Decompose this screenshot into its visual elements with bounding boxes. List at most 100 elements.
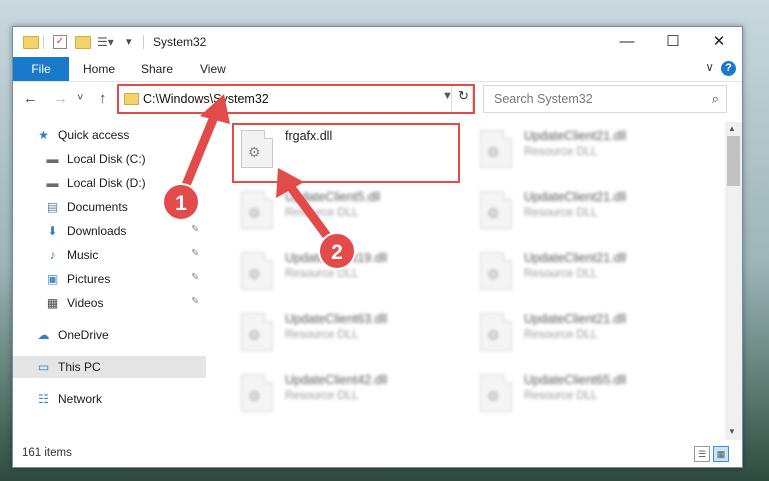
- download-icon: ⬇: [47, 224, 58, 238]
- divider: [143, 35, 144, 49]
- sidebar-item-this-pc[interactable]: ▭ This PC: [13, 356, 206, 378]
- file-item[interactable]: ⚙ UpdateClient65.dll Resource DLL: [472, 368, 702, 420]
- gear-icon: ⚙: [487, 327, 500, 343]
- sidebar-item-onedrive[interactable]: ☁ OneDrive: [13, 324, 206, 346]
- back-button[interactable]: ←: [23, 90, 38, 107]
- dll-file-icon: ⚙: [241, 374, 273, 412]
- file-type: Resource DLL: [285, 207, 359, 219]
- videos-icon: ▦: [46, 296, 59, 310]
- sidebar-item-local-disk-c[interactable]: ▬ Local Disk (C:): [13, 148, 206, 170]
- file-item[interactable]: ⚙ UpdateClient21.dll Resource DLL: [472, 185, 702, 237]
- address-highlight: [117, 84, 475, 114]
- file-type: Resource DLL: [524, 207, 598, 219]
- maximize-button[interactable]: ☐: [650, 27, 696, 57]
- dll-file-icon: ⚙: [480, 130, 512, 168]
- gear-icon: ⚙: [248, 205, 261, 221]
- file-type: Resource DLL: [285, 390, 359, 402]
- sidebar-item-label: Local Disk (C:): [67, 152, 146, 166]
- sidebar-item-downloads[interactable]: ⬇ Downloads ✎: [13, 220, 206, 242]
- close-button[interactable]: ✕: [696, 27, 742, 57]
- pin-icon: ✎: [191, 296, 200, 307]
- minimize-button[interactable]: —: [604, 27, 650, 57]
- star-icon: ★: [38, 128, 49, 142]
- tab-view[interactable]: View: [200, 57, 226, 81]
- file-item[interactable]: ⚙ UpdateClient21.dll Resource DLL: [472, 124, 702, 176]
- network-icon: ☷: [38, 392, 49, 406]
- file-type: Resource DLL: [524, 329, 598, 341]
- gear-icon: ⚙: [487, 388, 500, 404]
- scroll-up-icon[interactable]: ▲: [728, 124, 736, 133]
- file-item[interactable]: ⚙ UpdateClient21.dll Resource DLL: [472, 246, 702, 298]
- file-name: UpdateClient19.dll: [285, 251, 388, 265]
- file-name: UpdateClient65.dll: [524, 373, 627, 387]
- sidebar-item-quick-access[interactable]: ★ Quick access: [13, 124, 206, 146]
- forward-button[interactable]: →: [53, 90, 68, 107]
- sidebar-item-pictures[interactable]: ▣ Pictures ✎: [13, 268, 206, 290]
- properties-icon[interactable]: ✓: [53, 35, 67, 49]
- expand-ribbon-icon[interactable]: ∨: [705, 60, 714, 74]
- file-item[interactable]: ⚙ UpdateClient5.dll Resource DLL: [233, 185, 463, 237]
- file-type: Resource DLL: [285, 329, 359, 341]
- file-name: UpdateClient42.dll: [285, 373, 388, 387]
- sidebar-item-label: Documents: [67, 200, 128, 214]
- dll-file-icon: ⚙: [241, 313, 273, 351]
- file-name: UpdateClient21.dll: [524, 190, 627, 204]
- search-input[interactable]: Search System32: [494, 92, 593, 106]
- file-item[interactable]: ⚙ UpdateClient42.dll Resource DLL: [233, 368, 463, 420]
- dll-file-icon: ⚙: [241, 252, 273, 290]
- pin-icon: ✎: [191, 224, 200, 235]
- item-count: 161 items: [22, 447, 72, 459]
- sidebar-item-music[interactable]: ♪ Music ✎: [13, 244, 206, 266]
- gear-icon: ⚙: [248, 388, 261, 404]
- file-item[interactable]: ⚙ UpdateClient19.dll Resource DLL: [233, 246, 463, 298]
- customize-icon[interactable]: ☰▾: [97, 35, 114, 49]
- scroll-down-icon[interactable]: ▼: [728, 427, 736, 436]
- sidebar-item-label: Pictures: [67, 272, 111, 286]
- tab-file[interactable]: File: [13, 57, 69, 81]
- file-type: Resource DLL: [285, 268, 359, 280]
- ribbon-tabs: File Home Share View ∨ ?: [13, 57, 742, 82]
- gear-icon: ⚙: [248, 327, 261, 343]
- status-bar: 161 items ☰ ▦: [13, 440, 742, 467]
- sidebar-item-documents[interactable]: ▤ Documents: [13, 196, 206, 218]
- help-icon[interactable]: ?: [721, 61, 736, 76]
- vertical-scrollbar[interactable]: ▲ ▼: [725, 122, 742, 440]
- large-icons-view-icon[interactable]: ▦: [713, 446, 729, 462]
- search-box[interactable]: Search System32 ⌕: [483, 85, 727, 113]
- file-type: Resource DLL: [524, 146, 598, 158]
- sidebar-item-label: This PC: [58, 360, 101, 374]
- window-title: System32: [153, 35, 207, 49]
- search-icon[interactable]: ⌕: [712, 91, 719, 107]
- file-name: UpdateClient21.dll: [524, 312, 627, 326]
- drive-icon: ▬: [46, 176, 59, 190]
- sidebar-item-local-disk-d[interactable]: ▬ Local Disk (D:): [13, 172, 206, 194]
- folder-icon: [23, 36, 39, 49]
- sidebar-item-label: OneDrive: [58, 328, 109, 342]
- file-name: UpdateClient21.dll: [524, 251, 627, 265]
- up-button[interactable]: ↑: [99, 90, 107, 107]
- gear-icon: ⚙: [487, 266, 500, 282]
- sidebar-item-network[interactable]: ☷ Network: [13, 388, 206, 410]
- file-highlight: [232, 123, 460, 183]
- sidebar-item-label: Downloads: [67, 224, 127, 238]
- tab-home[interactable]: Home: [83, 57, 115, 81]
- file-item[interactable]: ⚙ UpdateClient21.dll Resource DLL: [472, 307, 702, 359]
- sidebar-item-videos[interactable]: ▦ Videos ✎: [13, 292, 206, 314]
- sidebar-item-label: Videos: [67, 296, 104, 310]
- divider: [43, 35, 44, 49]
- navigation-bar: ← → ˅ ↑ C:\Windows\System32 ▼ ↻ Search S…: [13, 82, 742, 116]
- file-type: Resource DLL: [524, 390, 598, 402]
- quick-access-dropdown-icon[interactable]: ▾: [126, 35, 132, 48]
- new-folder-icon[interactable]: [75, 36, 91, 49]
- recent-locations-button[interactable]: ˅: [77, 92, 83, 104]
- sidebar-item-label: Network: [58, 392, 103, 406]
- file-item[interactable]: ⚙ UpdateClient63.dll Resource DLL: [233, 307, 463, 359]
- file-name: UpdateClient63.dll: [285, 312, 388, 326]
- file-type: Resource DLL: [524, 268, 598, 280]
- scrollbar-thumb[interactable]: [727, 136, 740, 186]
- tab-share[interactable]: Share: [141, 57, 173, 81]
- document-icon: ▤: [46, 200, 59, 214]
- details-view-icon[interactable]: ☰: [694, 446, 710, 462]
- title-bar: ✓ ☰▾ ▾ System32 — ☐ ✕: [13, 27, 742, 57]
- sidebar-item-label: Local Disk (D:): [67, 176, 146, 190]
